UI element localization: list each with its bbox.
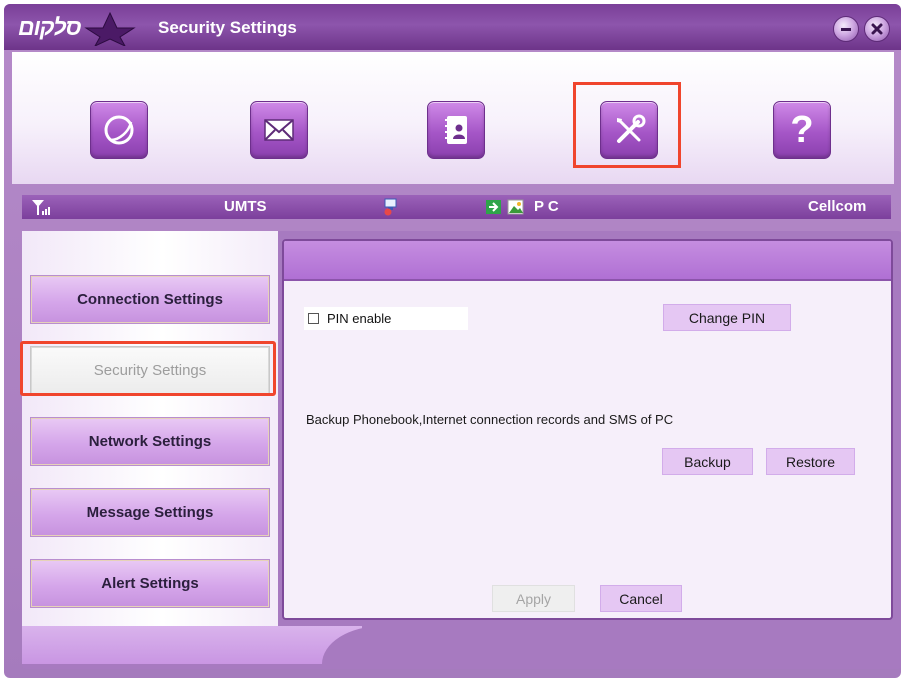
main-toolbar: ?	[12, 52, 894, 184]
close-button[interactable]	[864, 16, 890, 42]
panel-header	[284, 241, 891, 281]
pin-enable-checkbox[interactable]: PIN enable	[304, 307, 468, 330]
checkbox-box[interactable]	[308, 313, 319, 324]
backup-button[interactable]: Backup	[662, 448, 753, 475]
cellcom-logo: סלקום	[12, 8, 152, 46]
nav-connection-settings[interactable]: Connection Settings	[30, 275, 270, 324]
apply-label: Apply	[515, 590, 552, 607]
envelope-icon	[264, 119, 294, 141]
change-pin-button[interactable]: Change PIN	[663, 304, 791, 331]
restore-button[interactable]: Restore	[766, 448, 855, 475]
nav-label: Network Settings	[88, 433, 212, 450]
nav-label: Alert Settings	[101, 575, 199, 592]
settings-nav: Connection Settings Security Settings Ne…	[22, 231, 278, 664]
internet-button[interactable]	[90, 101, 148, 159]
globe-icon	[104, 115, 134, 145]
storage-location: P C	[534, 198, 559, 215]
nav-network-settings[interactable]: Network Settings	[30, 417, 270, 466]
nav-label: Message Settings	[86, 504, 214, 521]
question-icon: ?	[790, 108, 814, 151]
messages-button[interactable]	[250, 101, 308, 159]
operator-name: Cellcom	[808, 198, 867, 215]
backup-label: Backup	[684, 453, 731, 470]
close-icon	[871, 23, 883, 35]
nav-message-settings[interactable]: Message Settings	[30, 488, 270, 537]
photo-icon	[507, 198, 525, 220]
window-title: Security Settings	[158, 18, 297, 37]
main-area: Connection Settings Security Settings Ne…	[22, 231, 901, 669]
security-settings-panel: PIN enable Change PIN Backup Phonebook,I…	[282, 239, 893, 620]
contacts-book-icon	[445, 116, 467, 144]
nav-label: Connection Settings	[77, 291, 223, 308]
cancel-button[interactable]: Cancel	[600, 585, 682, 612]
settings-highlight-box	[573, 82, 681, 168]
pin-enable-label: PIN enable	[327, 311, 392, 326]
status-bar: UMTS P C Cellcom	[22, 195, 891, 219]
network-status-icon	[382, 198, 400, 220]
footer-decoration	[22, 626, 362, 664]
security-highlight-box	[20, 341, 276, 396]
restore-label: Restore	[785, 453, 836, 470]
cancel-label: Cancel	[619, 590, 663, 607]
change-pin-label: Change PIN	[688, 309, 766, 326]
minimize-icon	[841, 28, 851, 31]
sim-icon	[485, 198, 503, 220]
signal-strength-icon	[30, 198, 52, 220]
phonebook-button[interactable]	[427, 101, 485, 159]
apply-button[interactable]: Apply	[492, 585, 575, 612]
help-button[interactable]: ?	[773, 101, 831, 159]
network-type: UMTS	[224, 198, 267, 215]
backup-description: Backup Phonebook,Internet connection rec…	[306, 412, 674, 427]
title-bar[interactable]: סלקום Security Settings	[4, 4, 901, 50]
minimize-button[interactable]	[833, 16, 859, 42]
star-logo-icon	[84, 11, 136, 46]
nav-alert-settings[interactable]: Alert Settings	[30, 559, 270, 608]
